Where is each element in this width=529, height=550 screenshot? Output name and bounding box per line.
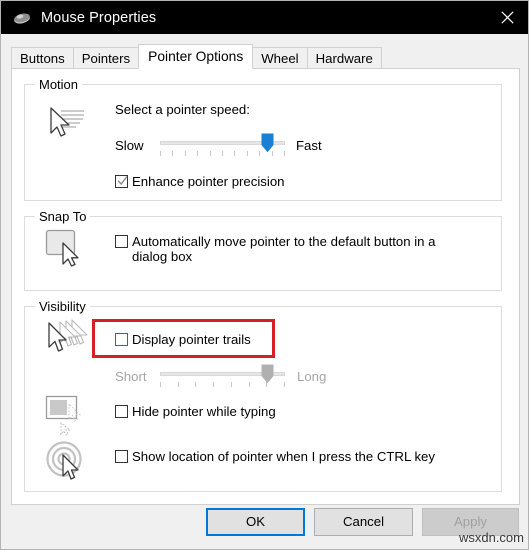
tab-pointer-options[interactable]: Pointer Options <box>138 44 254 69</box>
hide-pointer-typing-row[interactable]: Hide pointer while typing <box>115 404 276 419</box>
motion-group-title: Motion <box>35 77 83 92</box>
show-pointer-location-row[interactable]: Show location of pointer when I press th… <box>115 449 435 464</box>
enhance-pointer-precision-label: Enhance pointer precision <box>132 174 285 189</box>
checkmark-icon <box>117 176 128 186</box>
snap-to-auto-move-checkbox[interactable] <box>115 235 128 248</box>
window-title: Mouse Properties <box>41 9 157 26</box>
pointer-trails-icon <box>42 317 94 364</box>
snap-to-group: Snap To Automatically move pointer to th… <box>24 209 502 291</box>
visibility-group: Visibility Display pointer trails Short … <box>24 299 502 492</box>
tab-hardware[interactable]: Hardware <box>306 47 382 68</box>
pointer-speed-icon <box>43 105 89 150</box>
show-pointer-location-checkbox[interactable] <box>115 450 128 463</box>
cancel-button[interactable]: Cancel <box>314 508 413 536</box>
hide-pointer-typing-checkbox[interactable] <box>115 405 128 418</box>
enhance-pointer-precision-row[interactable]: Enhance pointer precision <box>115 174 285 189</box>
mouse-icon <box>12 8 32 28</box>
hide-pointer-typing-label: Hide pointer while typing <box>132 404 276 419</box>
ok-button[interactable]: OK <box>206 508 305 536</box>
show-pointer-location-icon <box>45 440 91 487</box>
tab-buttons[interactable]: Buttons <box>11 47 74 68</box>
pointer-speed-label: Select a pointer speed: <box>115 102 250 117</box>
trails-long-label: Long <box>297 369 327 384</box>
pointer-speed-slider[interactable] <box>160 133 285 156</box>
pointer-options-panel: Motion Select a pointer speed: Slow Fast… <box>11 68 520 505</box>
tab-strip: Buttons Pointers Pointer Options Wheel H… <box>11 44 382 69</box>
snap-to-auto-move-row[interactable]: Automatically move pointer to the defaul… <box>115 234 465 264</box>
tab-wheel[interactable]: Wheel <box>252 47 308 68</box>
hide-pointer-typing-icon <box>45 395 91 442</box>
slider-fast-label: Fast <box>296 138 322 153</box>
trails-short-label: Short <box>115 369 147 384</box>
site-watermark: wsxdn.com <box>458 530 524 545</box>
pointer-trails-slider <box>160 364 285 387</box>
display-pointer-trails-row[interactable]: Display pointer trails <box>115 332 251 347</box>
tab-pointers[interactable]: Pointers <box>72 47 140 68</box>
motion-group: Motion Select a pointer speed: Slow Fast… <box>24 77 502 201</box>
slider-slow-label: Slow <box>115 138 144 153</box>
mouse-properties-window: Mouse Properties Buttons Pointers Pointe… <box>0 0 529 550</box>
trails-slider-thumb <box>261 364 274 384</box>
snap-to-auto-move-label: Automatically move pointer to the defaul… <box>132 234 436 264</box>
enhance-pointer-precision-checkbox[interactable] <box>115 175 128 188</box>
close-icon[interactable] <box>484 1 528 34</box>
display-pointer-trails-label: Display pointer trails <box>132 332 251 347</box>
display-pointer-trails-checkbox[interactable] <box>115 333 128 346</box>
snap-to-group-title: Snap To <box>35 209 91 224</box>
snap-to-button-icon <box>45 229 89 274</box>
visibility-group-title: Visibility <box>35 299 90 314</box>
show-pointer-location-label: Show location of pointer when I press th… <box>132 449 435 464</box>
slider-thumb[interactable] <box>261 133 274 153</box>
title-bar: Mouse Properties <box>1 1 528 34</box>
